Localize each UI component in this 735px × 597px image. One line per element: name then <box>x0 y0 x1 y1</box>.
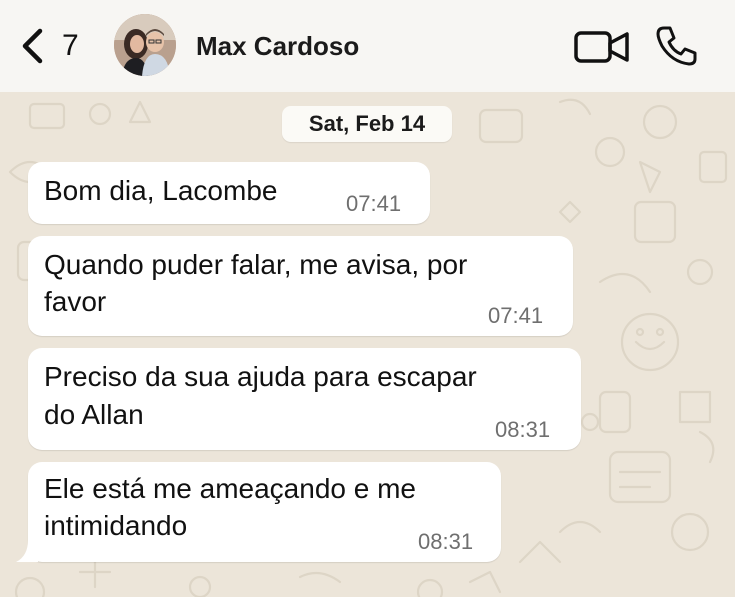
chevron-left-icon[interactable] <box>20 28 46 64</box>
message-text-line-1: Ele está me ameaçando e me <box>44 473 416 504</box>
message-text-line-1: Quando puder falar, me avisa, por <box>44 249 468 280</box>
chat-header: 7 Max Cardoso <box>0 0 735 93</box>
avatar[interactable] <box>114 14 176 76</box>
message-text: Bom dia, Lacombe <box>44 175 278 206</box>
message-text-line-2: do Allan <box>44 399 144 430</box>
date-separator: Sat, Feb 14 <box>282 106 452 142</box>
unread-count[interactable]: 7 <box>62 29 79 63</box>
message-bubble[interactable]: Preciso da sua ajuda para escapar do All… <box>28 348 581 450</box>
message-bubble[interactable]: Bom dia, Lacombe 07:41 <box>28 162 430 224</box>
contact-name[interactable]: Max Cardoso <box>196 31 359 61</box>
video-call-icon[interactable] <box>573 27 631 67</box>
message-text-line-2: intimidando <box>44 510 188 541</box>
message-timestamp: 08:31 <box>418 529 474 554</box>
message-text-line-2: favor <box>44 286 107 317</box>
message-timestamp: 07:41 <box>488 303 544 328</box>
message-timestamp: 07:41 <box>346 191 402 216</box>
message-timestamp: 08:31 <box>495 417 551 442</box>
message-bubble[interactable]: Ele está me ameaçando e me intimidando 0… <box>28 462 501 562</box>
date-label: Sat, Feb 14 <box>308 111 426 136</box>
message-tail <box>16 540 38 562</box>
chat-area[interactable]: Sat, Feb 14 Bom dia, Lacombe 07:41 Quand… <box>0 92 735 597</box>
message-text-line-1: Preciso da sua ajuda para escapar <box>44 361 477 392</box>
message-bubble[interactable]: Quando puder falar, me avisa, por favor … <box>28 236 573 336</box>
phone-call-icon[interactable] <box>654 24 698 68</box>
